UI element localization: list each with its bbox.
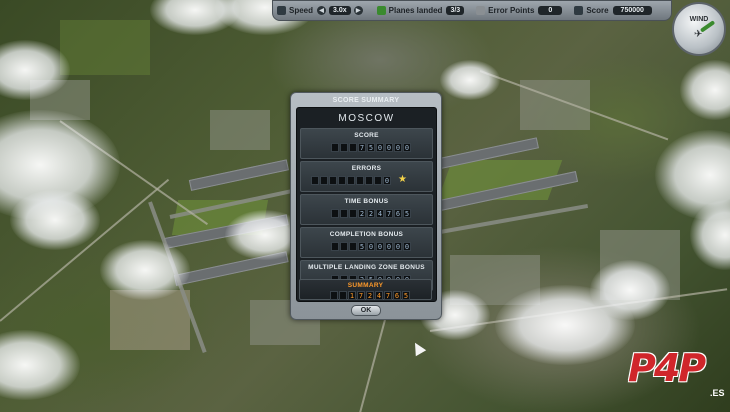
score-section: SCORE 750000 [300,128,433,159]
plane-icon: ✈ [694,29,703,40]
watermark-suffix: .ES [710,388,725,398]
digit-cell [374,176,382,185]
digit-cell: 5 [402,291,410,300]
digit-cell [349,209,357,218]
error-icon [476,6,486,15]
city-name: MOSCOW [338,113,395,124]
speed-value: 3.0x [329,6,351,15]
digit-display: 750000 [331,143,411,152]
digit-cell: 2 [366,291,374,300]
digit-cell: 5 [358,242,366,251]
digit-cell [331,209,339,218]
wind-gauge: WIND ✈ [672,2,726,56]
planes-icon [376,6,386,15]
summary-section: SUMMARY 1724765 [299,279,432,300]
speed-icon [277,6,286,15]
section-label: ERRORS [351,165,382,172]
digit-cell [329,176,337,185]
score-value: 750000 [612,6,652,15]
digit-cell: 7 [385,209,393,218]
star-icon: ★ [398,174,407,185]
digit-cell: 0 [383,176,391,185]
digit-cell: 7 [358,143,366,152]
errors-section: ERRORS 0 ★ [300,161,433,192]
digit-cell: 1 [348,291,356,300]
digit-cell: 2 [367,209,375,218]
digit-cell: 4 [375,291,383,300]
digit-cell [365,176,373,185]
digit-cell: 5 [403,209,411,218]
digit-cell [349,242,357,251]
digit-cell: 0 [367,242,375,251]
digit-cell: 0 [394,143,402,152]
digit-cell: 2 [358,209,366,218]
digit-cell: 0 [394,242,402,251]
section-label: MULTIPLE LANDING ZONE BONUS [308,264,425,271]
digit-cell: 7 [357,291,365,300]
digit-cell [320,176,328,185]
planes-landed-value: 3/3 [446,6,465,15]
section-label: SUMMARY [347,282,384,289]
digit-cell [331,143,339,152]
score-label: Score [586,6,609,15]
digit-cell: 0 [403,143,411,152]
section-label: COMPLETION BONUS [329,231,404,238]
digit-cell [331,242,339,251]
error-points-value: 0 [538,6,563,15]
digit-cell: 0 [403,242,411,251]
digit-cell [356,176,364,185]
speed-increase-button[interactable]: ▶ [353,6,363,15]
digit-cell [340,242,348,251]
digit-cell: 6 [393,291,401,300]
wind-label: WIND [689,16,709,23]
digit-cell [311,176,319,185]
digit-cell [338,176,346,185]
digit-cell: 5 [367,143,375,152]
ok-button[interactable]: OK [351,305,381,316]
digit-cell: 0 [385,143,393,152]
planes-landed-label: Planes landed [388,6,443,15]
digit-cell: 4 [376,209,384,218]
speed-decrease-button[interactable]: ◀ [317,6,327,15]
digit-cell [330,291,338,300]
digit-cell [339,291,347,300]
digit-cell: 7 [384,291,392,300]
digit-cell [340,143,348,152]
digit-cell [347,176,355,185]
digit-cell [349,143,357,152]
score-panel: MOSCOW SCORE 750000 ERRORS 0 ★ TIME BONU… [296,107,437,302]
digit-display: 224765 [331,209,411,218]
digit-cell: 6 [394,209,402,218]
top-hud: Speed ◀ 3.0x ▶ Planes landed 3/3 Error P… [272,0,672,21]
digit-cell: 0 [376,242,384,251]
error-points-label: Error Points [488,6,535,15]
score-icon [574,6,584,15]
dialog-title: SCORE SUMMARY [332,97,400,104]
completion-bonus-section: COMPLETION BONUS 500000 [300,227,433,258]
digit-cell [340,209,348,218]
digit-display: 500000 [331,242,411,251]
digit-cell: 0 [376,143,384,152]
section-label: TIME BONUS [344,198,389,205]
score-summary-dialog: SCORE SUMMARY MOSCOW SCORE 750000 ERRORS… [290,92,442,320]
watermark-logo: P4P [628,346,706,390]
digit-display: 1724765 [330,291,410,300]
time-bonus-section: TIME BONUS 224765 [300,194,433,225]
digit-cell: 0 [385,242,393,251]
speed-label: Speed [289,6,314,15]
digit-display: 0 [311,176,391,185]
section-label: SCORE [354,132,379,139]
